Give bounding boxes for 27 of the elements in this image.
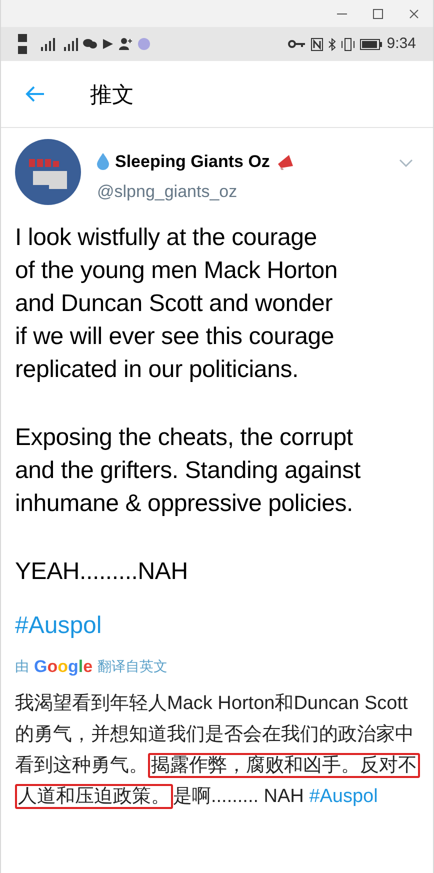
maximize-icon[interactable]	[373, 8, 383, 18]
tweet-text: YEAH.........NAH	[15, 557, 189, 587]
nfc-icon	[310, 38, 323, 50]
chat-icon	[83, 38, 97, 50]
vibrate-icon	[340, 38, 355, 50]
bluetooth-icon	[328, 38, 336, 50]
key-icon	[288, 39, 306, 49]
account-name[interactable]: Sleeping Giants Oz	[115, 149, 270, 174]
translated-text: 我渴望看到年轻人Mack Horton和Duncan Scott的勇气，并想知道我们是否会在我们的政治家中看到这种勇气。揭露作弊，腐败和凶手。反对不人道和压迫政策。是啊......... NAH #Auspol	[15, 688, 419, 812]
droplet-icon	[97, 153, 109, 170]
translated-from-label[interactable]: 翻译自英文	[98, 656, 168, 678]
close-icon[interactable]	[409, 8, 419, 18]
person-add-icon	[119, 38, 133, 50]
hashtag-link[interactable]: #Auspol	[15, 608, 419, 644]
tweet-text: Exposing the cheats, the corrupt and the grifters. Standing against inhumane & oppressive policies.	[15, 423, 362, 519]
hashtag-link[interactable]: #Auspol	[309, 786, 378, 806]
translated-by-label: 由	[15, 657, 29, 676]
account-handle[interactable]: @slpng_giants_oz	[97, 178, 399, 204]
play-icon	[102, 38, 114, 50]
google-logo: Google	[34, 656, 93, 678]
battery-icon	[360, 38, 382, 50]
tweet-text: I look wistfully at the courage of the young men Mack Horton and Duncan Scott and wonder if we will ever see this courage replicated in our politicians.	[15, 223, 339, 385]
avatar-drawing[interactable]	[15, 139, 81, 205]
back-arrow-icon[interactable]	[25, 86, 45, 102]
header-title: 推文	[90, 80, 134, 108]
status-time: 9:34	[386, 34, 416, 54]
megaphone-icon	[276, 154, 294, 170]
